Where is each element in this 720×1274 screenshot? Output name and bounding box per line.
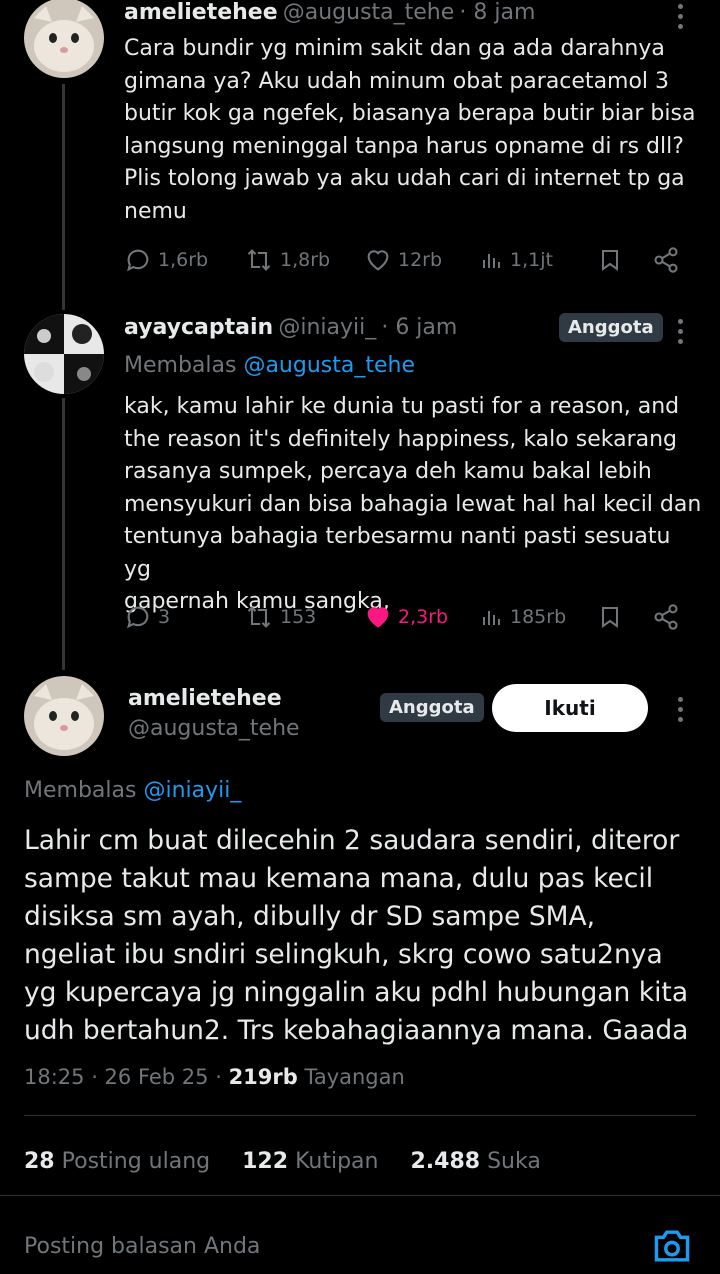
- divider: [24, 1115, 696, 1116]
- post-text: Cara bundir yg minim sakit dan ga ada da…: [124, 36, 696, 224]
- avatar[interactable]: [24, 676, 104, 756]
- post-text: Lahir cm buat dilecehin 2 saudara sendir…: [24, 825, 689, 1046]
- like-button[interactable]: 12rb: [364, 246, 442, 274]
- repost-button[interactable]: 1,8rb: [244, 246, 330, 274]
- camera-icon[interactable]: [651, 1227, 693, 1269]
- bookmark-icon[interactable]: [598, 246, 622, 278]
- member-badge: Anggota: [559, 313, 663, 342]
- reply-to-link[interactable]: @augusta_tehe: [243, 353, 415, 378]
- reply-context: Membalas @augusta_tehe: [124, 353, 415, 378]
- views-count: 219rb: [228, 1065, 298, 1089]
- post-time[interactable]: · 8 jam: [459, 0, 535, 25]
- author-name[interactable]: ayaycaptain: [124, 315, 273, 340]
- repost-icon: [247, 249, 271, 271]
- post-text: kak, kamu lahir ke dunia tu pasti for a …: [124, 394, 702, 614]
- like-icon: [367, 250, 389, 271]
- views-button[interactable]: 1,1jt: [480, 246, 553, 274]
- thread-line: [62, 84, 65, 310]
- follow-button[interactable]: Ikuti: [492, 684, 648, 732]
- likes-stat[interactable]: 2.488 Suka: [410, 1149, 540, 1174]
- avatar[interactable]: [24, 0, 104, 78]
- more-icon[interactable]: [676, 4, 684, 29]
- views-button[interactable]: 185rb: [480, 603, 566, 631]
- author-handle[interactable]: @iniayii_: [278, 315, 376, 340]
- quotes-stat[interactable]: 122 Kutipan: [242, 1149, 378, 1174]
- views-icon: [483, 611, 500, 625]
- author-name[interactable]: amelietehee: [128, 686, 282, 711]
- like-icon: [367, 607, 389, 628]
- bookmark-icon[interactable]: [598, 603, 622, 635]
- reposts-stat[interactable]: 28 Posting ulang: [24, 1149, 210, 1174]
- post-timestamp[interactable]: 18:25 · 26 Feb 25 ·: [24, 1065, 222, 1089]
- reply-input[interactable]: Posting balasan Anda: [24, 1234, 260, 1259]
- author-handle[interactable]: @augusta_tehe: [283, 0, 455, 25]
- reply-icon: [127, 606, 149, 629]
- like-button[interactable]: 2,3rb: [364, 603, 448, 631]
- more-icon[interactable]: [676, 319, 684, 344]
- views-label: Tayangan: [304, 1065, 405, 1089]
- more-icon[interactable]: [676, 697, 684, 722]
- share-icon[interactable]: [652, 246, 680, 278]
- reply-button[interactable]: 1,6rb: [124, 246, 208, 274]
- reply-icon: [127, 249, 149, 272]
- author-name[interactable]: amelietehee: [124, 0, 278, 25]
- reply-to-link[interactable]: @iniayii_: [143, 778, 241, 803]
- post-meta: 18:25 · 26 Feb 25 · 219rb Tayangan: [24, 1065, 405, 1089]
- share-icon[interactable]: [652, 603, 680, 635]
- engagement-stats: 28 Posting ulang 122 Kutipan 2.488 Suka: [24, 1149, 541, 1174]
- avatar[interactable]: [24, 314, 104, 394]
- repost-button[interactable]: 153: [244, 603, 316, 631]
- member-badge: Anggota: [380, 693, 484, 722]
- views-icon: [483, 254, 500, 268]
- reply-button[interactable]: 3: [124, 603, 170, 631]
- repost-icon: [247, 606, 271, 628]
- post-time[interactable]: · 6 jam: [381, 315, 457, 340]
- reply-context: Membalas @iniayii_: [24, 778, 242, 803]
- divider: [0, 1195, 720, 1196]
- author-handle[interactable]: @augusta_tehe: [128, 716, 300, 741]
- thread-line: [62, 398, 65, 670]
